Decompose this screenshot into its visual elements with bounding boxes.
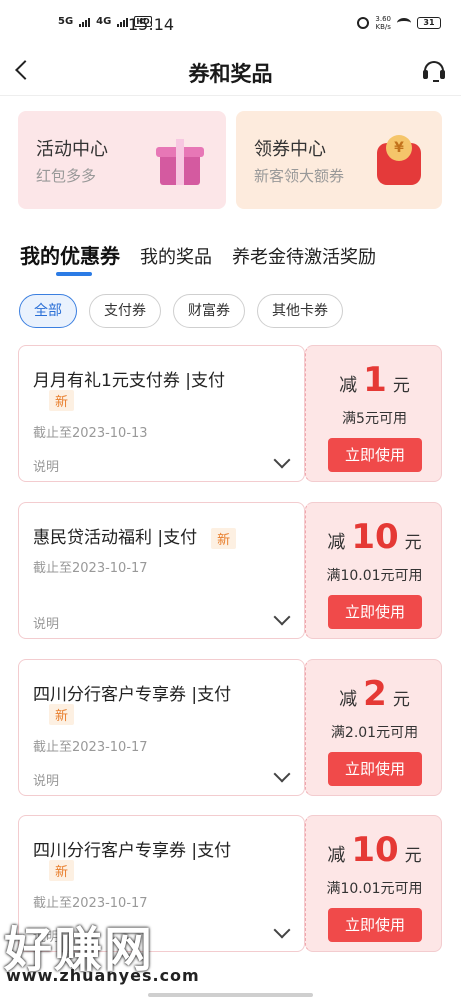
amount-value: 10: [351, 830, 399, 870]
filter-chips: 全部 支付券 财富券 其他卡券: [19, 294, 343, 328]
coupon-value-panel: 减1元 满5元可用 立即使用: [305, 345, 442, 482]
coupon-condition: 满5元可用: [342, 411, 407, 427]
chip-other-cards[interactable]: 其他卡券: [257, 294, 343, 328]
chip-all[interactable]: 全部: [19, 294, 77, 328]
coupon-card: 四川分行客户专享券 |支付 新 截止至2023-10-17 说明 减2元 满2.…: [18, 659, 442, 796]
network-5g-label: 5G: [58, 16, 74, 27]
signal-icon-2: [117, 17, 129, 27]
tab-bar: 我的优惠券 我的奖品 养老金待激活奖励: [20, 240, 376, 269]
chip-payment[interactable]: 支付券: [89, 294, 161, 328]
amount-prefix: 减: [339, 375, 358, 396]
tab-my-coupons[interactable]: 我的优惠券: [20, 240, 120, 269]
coupon-amount: 减2元: [306, 674, 443, 714]
signal-icon: [79, 17, 91, 27]
amount-suffix: 元: [404, 533, 422, 553]
use-now-button[interactable]: 立即使用: [328, 908, 422, 942]
amount-value: 10: [351, 517, 399, 557]
network-speed: 3.60 KB/s: [375, 15, 391, 31]
coupon-condition: 满2.01元可用: [330, 725, 419, 741]
banner-title: 领券中心: [254, 139, 326, 160]
coupon-value-panel: 减 10 元 满10.01元可用 立即使用: [305, 502, 442, 639]
activity-center-banner[interactable]: 活动中心 红包多多: [18, 111, 226, 209]
active-tab-indicator: [56, 272, 92, 276]
coupon-center-banner[interactable]: 领券中心 新客领大额券 ¥: [236, 111, 442, 209]
coupon-title-text: 惠民贷活动福利 |支付: [33, 528, 198, 548]
tab-pension-rewards[interactable]: 养老金待激活奖励: [232, 243, 376, 269]
network-4g-label: 4G: [96, 16, 112, 27]
battery-icon: 31: [417, 17, 441, 29]
wifi-icon: [397, 18, 411, 28]
coupon-amount: 减 10 元: [306, 830, 443, 870]
alarm-icon: [357, 17, 370, 29]
amount-prefix: 减: [339, 689, 358, 710]
amount-prefix: 减: [327, 845, 346, 866]
status-bar: 5G 4G HD 15:14 3.60 KB/s 31: [0, 0, 461, 48]
coupon-title: 惠民贷活动福利 |支付新: [33, 523, 237, 549]
amount-value: 2: [363, 674, 387, 714]
status-icons: 3.60 KB/s 31: [357, 15, 441, 31]
chevron-down-icon[interactable]: [273, 608, 291, 626]
red-envelope-icon: ¥: [374, 135, 424, 187]
amount-value: 1: [363, 360, 387, 400]
use-now-button[interactable]: 立即使用: [328, 752, 422, 786]
speed-unit: KB/s: [375, 23, 391, 31]
coupon-condition: 满10.01元可用: [326, 881, 423, 897]
yuan-coin-icon: ¥: [386, 135, 412, 161]
amount-suffix: 元: [392, 376, 410, 396]
speed-value: 3.60: [375, 15, 391, 23]
coupon-expiry: 截止至2023-10-17: [33, 896, 148, 911]
coupon-value-panel: 减 10 元 满10.01元可用 立即使用: [305, 815, 442, 952]
nav-bar: 券和奖品: [0, 48, 461, 96]
banner-subtitle: 新客领大额券: [254, 167, 345, 185]
new-badge: 新: [49, 704, 75, 725]
coupon-title: 月月有礼1元支付券 |支付: [33, 371, 225, 391]
coupon-amount: 减1元: [306, 360, 443, 400]
use-now-button[interactable]: 立即使用: [328, 438, 422, 472]
coupon-title: 四川分行客户专享券 |支付: [33, 685, 232, 705]
coupon-info: 月月有礼1元支付券 |支付 新 截止至2023-10-13 说明: [18, 345, 305, 482]
coupon-title: 四川分行客户专享券 |支付: [33, 841, 232, 861]
amount-suffix: 元: [404, 846, 422, 866]
customer-service-icon[interactable]: [421, 58, 447, 84]
amount-prefix: 减: [327, 532, 346, 553]
home-indicator[interactable]: [148, 993, 313, 997]
chevron-down-icon[interactable]: [273, 765, 291, 783]
coupon-info: 惠民贷活动福利 |支付新 截止至2023-10-17 说明: [18, 502, 305, 639]
new-badge: 新: [49, 390, 75, 411]
coupon-info: 四川分行客户专享券 |支付 新 截止至2023-10-17 说明: [18, 659, 305, 796]
coupon-expiry: 截止至2023-10-17: [33, 561, 148, 576]
banner-title: 活动中心: [36, 139, 108, 160]
amount-suffix: 元: [392, 690, 410, 710]
watermark-url: www.zhuanyes.com: [6, 966, 200, 985]
coupon-expiry: 截止至2023-10-13: [33, 426, 148, 441]
chevron-down-icon[interactable]: [273, 451, 291, 469]
banner-subtitle: 红包多多: [36, 167, 97, 185]
coupon-condition: 满10.01元可用: [326, 568, 423, 584]
chip-wealth[interactable]: 财富券: [173, 294, 245, 328]
use-now-button[interactable]: 立即使用: [328, 595, 422, 629]
gift-box-icon: [156, 139, 204, 185]
coupon-value-panel: 减2元 满2.01元可用 立即使用: [305, 659, 442, 796]
new-badge: 新: [211, 527, 237, 549]
tab-my-prizes[interactable]: 我的奖品: [140, 243, 212, 269]
chevron-down-icon[interactable]: [273, 921, 291, 939]
coupon-desc-label[interactable]: 说明: [33, 770, 59, 789]
coupon-amount: 减 10 元: [306, 517, 443, 557]
coupon-expiry: 截止至2023-10-17: [33, 740, 148, 755]
coupon-desc-label[interactable]: 说明: [33, 456, 59, 475]
new-badge: 新: [49, 860, 75, 881]
clock: 15:14: [128, 15, 175, 34]
coupon-desc-label[interactable]: 说明: [33, 613, 59, 632]
coupon-card: 月月有礼1元支付券 |支付 新 截止至2023-10-13 说明 减1元 满5元…: [18, 345, 442, 482]
page-title: 券和奖品: [188, 62, 273, 86]
coupon-card: 惠民贷活动福利 |支付新 截止至2023-10-17 说明 减 10 元 满10.0…: [18, 502, 442, 639]
